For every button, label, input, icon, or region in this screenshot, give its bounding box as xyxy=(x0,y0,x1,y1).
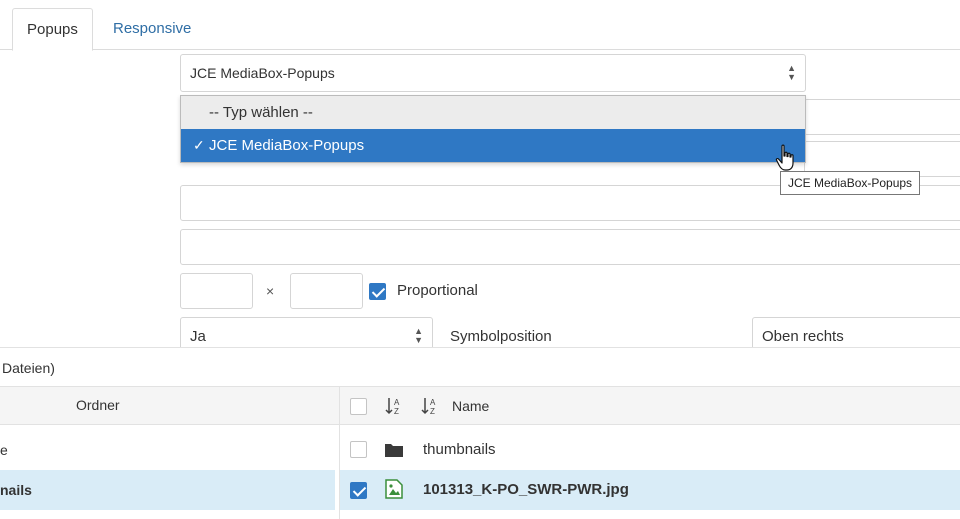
proportional-checkbox[interactable] xyxy=(369,283,386,300)
times-sign: × xyxy=(266,283,275,299)
file-list-header: A Z A Z Name xyxy=(340,387,960,425)
file-row[interactable]: thumbnails xyxy=(340,430,960,470)
select-all-checkbox[interactable] xyxy=(350,398,367,415)
sort-za-icon[interactable]: A Z xyxy=(420,395,440,417)
text-field-1[interactable] xyxy=(804,99,960,135)
tab-bar: Popups Responsive xyxy=(0,0,960,51)
proportional-label: Proportional xyxy=(397,282,478,299)
folder-tree-item-active[interactable]: nails xyxy=(0,470,335,510)
svg-text:Z: Z xyxy=(394,407,399,416)
file-list-panel: A Z A Z Name thumbnails 101313_K-PO_SWR-… xyxy=(340,387,960,519)
folder-tree-panel: Ordner e nails xyxy=(0,387,340,519)
folder-icon xyxy=(385,444,403,457)
yes-no-select-value: Ja xyxy=(190,328,206,345)
width-input[interactable] xyxy=(180,273,253,309)
folder-tree-item-label: nails xyxy=(0,482,32,498)
dropdown-option-label: JCE MediaBox-Popups xyxy=(209,137,365,154)
dropdown-option-jce-mediabox[interactable]: ✓ JCE MediaBox-Popups xyxy=(181,129,805,162)
dropdown-option-choose-type[interactable]: -- Typ wählen -- xyxy=(181,96,805,129)
svg-text:Z: Z xyxy=(430,407,435,416)
folder-tree-item-label: e xyxy=(0,442,8,458)
file-row-checkbox[interactable] xyxy=(350,441,367,458)
popup-type-select[interactable]: JCE MediaBox-Popups ▲ ▼ xyxy=(180,54,806,92)
height-input[interactable] xyxy=(290,273,363,309)
svg-text:A: A xyxy=(430,398,436,407)
hand-cursor-icon xyxy=(775,144,794,171)
tab-popups[interactable]: Popups xyxy=(12,8,93,51)
file-row-selected[interactable]: 101313_K-PO_SWR-PWR.jpg xyxy=(340,470,960,510)
image-file-icon xyxy=(385,479,403,499)
file-name: 101313_K-PO_SWR-PWR.jpg xyxy=(423,481,629,498)
text-field-4[interactable] xyxy=(180,229,960,265)
folder-header-label: Ordner xyxy=(76,397,120,413)
popup-type-dropdown: -- Typ wählen -- ✓ JCE MediaBox-Popups xyxy=(180,95,806,163)
file-browser-summary-bar: Dateien) xyxy=(0,347,960,387)
file-count-text: Dateien) xyxy=(2,360,55,376)
svg-text:A: A xyxy=(394,398,400,407)
tab-responsive[interactable]: Responsive xyxy=(99,8,205,51)
file-name: thumbnails xyxy=(423,441,496,458)
icon-position-select-value: Oben rechts xyxy=(762,328,844,345)
name-column-header[interactable]: Name xyxy=(452,398,489,414)
folder-column-header: Ordner xyxy=(0,387,339,425)
select-arrows-icon: ▲ ▼ xyxy=(787,63,796,82)
file-row-checkbox[interactable] xyxy=(350,482,367,499)
folder-tree-item[interactable]: e xyxy=(0,430,335,470)
icon-position-label: Symbolposition xyxy=(450,328,552,345)
tooltip: JCE MediaBox-Popups xyxy=(780,171,921,195)
popup-type-select-value: JCE MediaBox-Popups xyxy=(190,65,335,81)
check-icon: ✓ xyxy=(193,137,205,153)
sort-az-icon[interactable]: A Z xyxy=(384,395,404,417)
